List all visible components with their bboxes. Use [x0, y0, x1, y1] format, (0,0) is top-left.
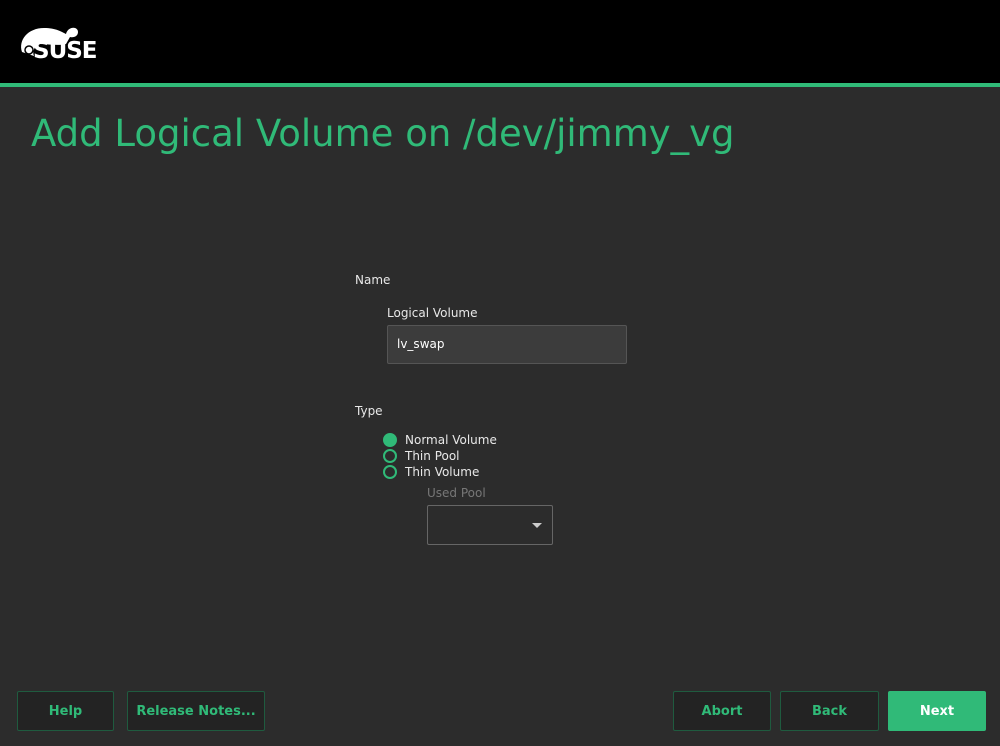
header-accent-line	[0, 83, 1000, 87]
logical-volume-input[interactable]: lv_swap	[387, 325, 627, 364]
page-title: Add Logical Volume on /dev/jimmy_vg	[31, 112, 735, 155]
abort-button[interactable]: Abort	[673, 691, 771, 731]
radio-thin-pool[interactable]: Thin Pool	[383, 449, 460, 463]
suse-logo-text: SUSE	[33, 38, 98, 64]
name-section-label: Name	[355, 273, 391, 287]
logical-volume-label: Logical Volume	[387, 306, 478, 320]
used-pool-select[interactable]	[427, 505, 553, 545]
radio-label: Normal Volume	[405, 433, 497, 447]
chevron-down-icon	[532, 523, 542, 528]
radio-unchecked-icon	[383, 465, 397, 479]
used-pool-label: Used Pool	[427, 486, 486, 500]
radio-thin-volume[interactable]: Thin Volume	[383, 465, 479, 479]
radio-unchecked-icon	[383, 449, 397, 463]
next-button[interactable]: Next	[888, 691, 986, 731]
help-button[interactable]: Help	[17, 691, 114, 731]
radio-checked-icon	[383, 433, 397, 447]
header-bar: SUSE	[0, 0, 1000, 83]
radio-normal-volume[interactable]: Normal Volume	[383, 433, 497, 447]
back-button[interactable]: Back	[780, 691, 879, 731]
release-notes-button[interactable]: Release Notes...	[127, 691, 265, 731]
radio-label: Thin Pool	[405, 449, 460, 463]
type-section-label: Type	[355, 404, 383, 418]
radio-label: Thin Volume	[405, 465, 480, 479]
